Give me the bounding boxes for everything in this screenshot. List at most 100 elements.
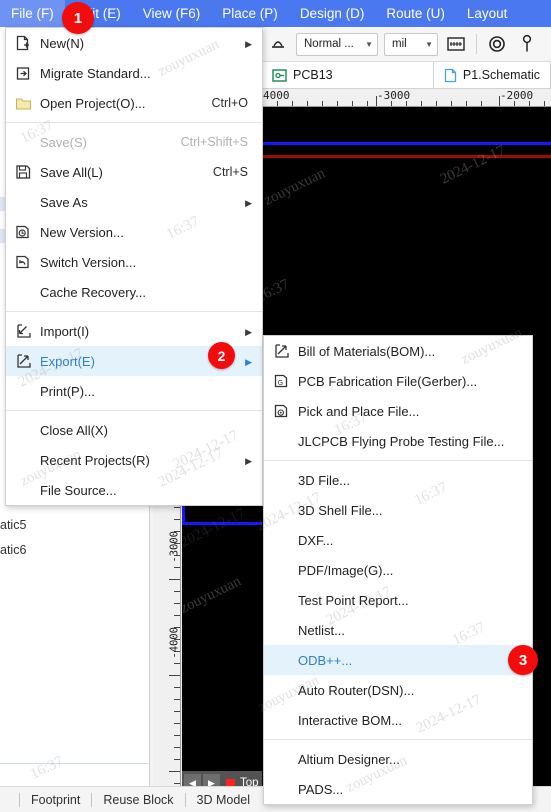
menu-item-test-point-report[interactable]: Test Point Report... — [264, 585, 532, 615]
menu-item-pads[interactable]: PADS... — [264, 774, 532, 804]
menubar-item-view[interactable]: View (F6) — [132, 0, 212, 27]
menu-item-accelerator: Ctrl+S — [212, 165, 248, 179]
select-mode-icon[interactable] — [266, 32, 290, 56]
doctab-p1-schematic[interactable]: P1.Schematic — [433, 62, 551, 88]
step-badge-1: 1 — [62, 2, 94, 34]
menu-item-odbpp[interactable]: ODB++... — [264, 645, 532, 675]
horizontal-ruler: 4000 -3000 -2000 — [262, 89, 551, 107]
menu-item-netlist[interactable]: Netlist... — [264, 615, 532, 645]
menu-item-label: Recent Projects(R) — [40, 452, 150, 468]
schematic-file-icon — [444, 68, 457, 83]
status-separator — [184, 792, 186, 807]
chevron-right-icon: ▶ — [245, 456, 252, 466]
menu-item-icon-placeholder — [264, 495, 298, 525]
chevron-down-icon: ▼ — [365, 39, 373, 49]
export-icon — [6, 346, 40, 376]
pcb-trace-blue — [262, 142, 551, 145]
menu-item-label: Interactive BOM... — [298, 712, 403, 728]
doctab-label: PCB13 — [293, 68, 333, 82]
menu-item-label: Migrate Standard... — [40, 65, 151, 81]
unit-select[interactable]: mil ▼ — [384, 32, 438, 56]
menu-item-label: File Source... — [40, 482, 117, 498]
vruler-label-1: -4000 — [169, 627, 181, 659]
menu-item-new-version[interactable]: New Version... — [6, 217, 262, 247]
menu-item-label: Test Point Report... — [298, 592, 409, 608]
menu-item-icon-placeholder — [264, 705, 298, 735]
menubar-item-route[interactable]: Route (U) — [375, 0, 456, 27]
menu-item-open-project[interactable]: Open Project(O)... Ctrl+O — [6, 88, 262, 118]
menu-item-label: Pick and Place File... — [298, 403, 420, 419]
menu-item-label: Switch Version... — [40, 254, 137, 270]
menu-item-icon-placeholder — [6, 445, 40, 475]
menu-item-dxf[interactable]: DXF... — [264, 525, 532, 555]
menu-separator — [264, 460, 532, 461]
menu-item-save-all[interactable]: Save All(L) Ctrl+S — [6, 157, 262, 187]
menu-item-label: ODB++... — [298, 652, 353, 668]
menu-item-save-as[interactable]: Save As ▶ — [6, 187, 262, 217]
toolbar-separator — [476, 34, 477, 54]
menu-separator — [6, 122, 262, 123]
via-icon[interactable] — [485, 32, 509, 56]
menu-item-label: PCB Fabrication File(Gerber)... — [298, 373, 478, 389]
menu-item-gerber[interactable]: G PCB Fabrication File(Gerber)... — [264, 366, 532, 396]
status-item-3d-model[interactable]: 3D Model — [197, 793, 251, 807]
menu-item-migrate-standard[interactable]: Migrate Standard... — [6, 58, 262, 88]
menu-item-save: Save(S) Ctrl+Shift+S — [6, 127, 262, 157]
menu-item-label: Save(S) — [40, 134, 87, 150]
menu-item-close-all[interactable]: Close All(X) — [6, 415, 262, 445]
menu-item-icon-placeholder — [264, 774, 298, 804]
menu-item-icon-placeholder — [264, 585, 298, 615]
menu-item-label: Netlist... — [298, 622, 345, 638]
pin-icon[interactable] — [515, 32, 539, 56]
left-panel-item-0[interactable]: atic5 — [0, 518, 26, 532]
main-toolbar: Normal ... ▼ mil ▼ — [262, 27, 551, 62]
status-item-reuse-block[interactable]: Reuse Block — [103, 793, 173, 807]
menu-item-label: New(N) — [40, 35, 85, 51]
menu-item-3d-shell-file[interactable]: 3D Shell File... — [264, 495, 532, 525]
menu-item-file-source[interactable]: File Source... — [6, 475, 262, 505]
mode-select[interactable]: Normal ... ▼ — [296, 32, 378, 56]
measure-icon[interactable] — [444, 32, 468, 56]
pcb-trace-red — [262, 155, 551, 158]
menubar-item-design[interactable]: Design (D) — [289, 0, 376, 27]
doctab-pcb13[interactable]: PCB13 — [262, 62, 434, 88]
menu-item-switch-version[interactable]: Switch Version... — [6, 247, 262, 277]
menu-item-print[interactable]: Print(P)... — [6, 376, 262, 406]
menu-item-label: 3D File... — [298, 472, 351, 488]
menu-item-pick-and-place[interactable]: Pick and Place File... — [264, 396, 532, 426]
status-separator — [19, 792, 20, 807]
export-bom-icon — [264, 336, 298, 366]
step-badge-2: 2 — [208, 342, 235, 369]
menu-item-recent-projects[interactable]: Recent Projects(R) ▶ — [6, 445, 262, 475]
menu-item-accelerator: Ctrl+Shift+S — [180, 135, 248, 149]
menu-item-icon-placeholder — [264, 465, 298, 495]
secondary-pcb-canvas[interactable]: zouyuxuan — [178, 485, 266, 795]
menu-item-interactive-bom[interactable]: Interactive BOM... — [264, 705, 532, 735]
menubar-item-file[interactable]: File (F) — [0, 0, 65, 27]
menu-item-icon-placeholder — [264, 744, 298, 774]
menu-item-altium-designer[interactable]: Altium Designer... — [264, 744, 532, 774]
menu-item-bom[interactable]: Bill of Materials(BOM)... — [264, 336, 532, 366]
import-icon — [6, 316, 40, 346]
menu-item-label: PDF/Image(G)... — [298, 562, 394, 578]
menu-item-cache-recovery[interactable]: Cache Recovery... — [6, 277, 262, 307]
app-window: atic5 atic6 -3000 -4000 zouyuxuan ◀ ▶ To… — [0, 0, 551, 812]
menu-item-3d-file[interactable]: 3D File... — [264, 465, 532, 495]
menu-item-pdf-image[interactable]: PDF/Image(G)... — [264, 555, 532, 585]
chevron-right-icon: ▶ — [245, 39, 252, 49]
menu-item-jlcpcb-flying-probe[interactable]: JLCPCB Flying Probe Testing File... — [264, 426, 532, 456]
menu-item-icon-placeholder — [6, 127, 40, 157]
menubar-item-place[interactable]: Place (P) — [211, 0, 289, 27]
menu-item-icon-placeholder — [6, 376, 40, 406]
menu-item-icon-placeholder — [264, 426, 298, 456]
left-panel-item-1[interactable]: atic6 — [0, 543, 26, 557]
menu-item-label: 3D Shell File... — [298, 502, 383, 518]
folder-icon — [6, 88, 40, 118]
status-item-footprint[interactable]: Footprint — [31, 793, 80, 807]
menu-item-label: Auto Router(DSN)... — [298, 682, 415, 698]
menubar-item-layout[interactable]: Layout — [456, 0, 519, 27]
menu-item-auto-router-dsn[interactable]: Auto Router(DSN)... — [264, 675, 532, 705]
menu-item-icon-placeholder — [264, 525, 298, 555]
menu-item-new[interactable]: New(N) ▶ — [6, 28, 262, 58]
file-dropdown-menu: New(N) ▶ Migrate Standard... Open Projec… — [5, 27, 263, 506]
